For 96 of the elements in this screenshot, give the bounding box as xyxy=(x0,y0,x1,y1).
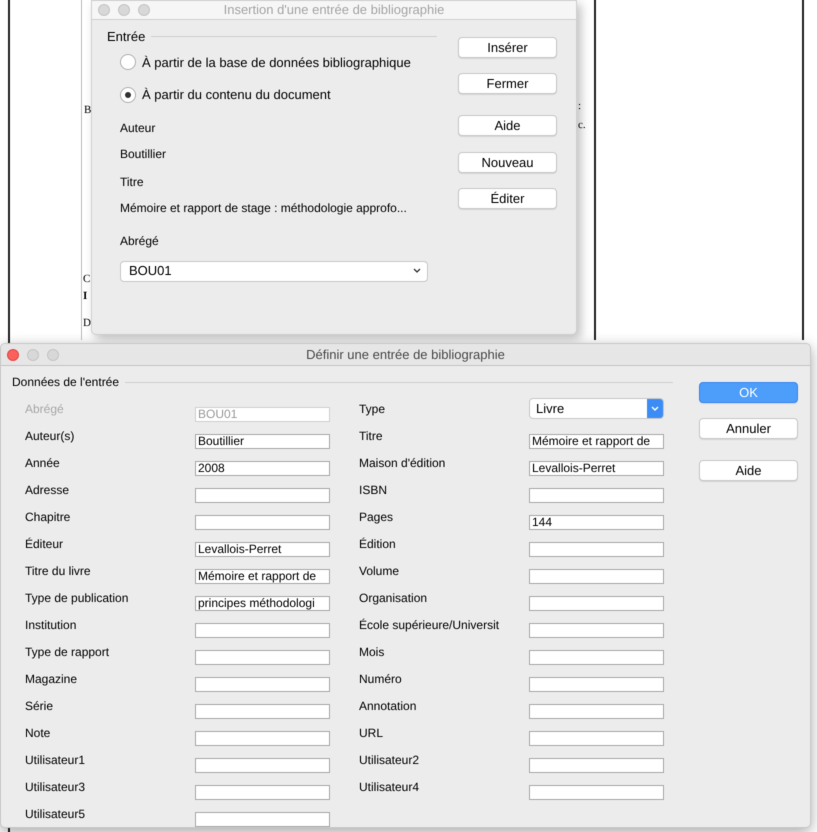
text-field[interactable]: Boutillier xyxy=(195,434,330,448)
text-field[interactable] xyxy=(195,514,330,530)
field-label: Maison d'édition xyxy=(359,455,446,472)
field-label: ISBN xyxy=(359,482,388,499)
document-text: B xyxy=(84,103,92,118)
field-label: Série xyxy=(25,698,54,715)
dialog-button[interactable]: Nouveau xyxy=(458,152,557,173)
text-field[interactable] xyxy=(529,596,664,610)
window-title: Définir une entrée de bibliographie xyxy=(305,346,506,364)
text-field[interactable] xyxy=(195,676,330,692)
field-label: Utilisateur2 xyxy=(359,752,420,769)
text-field[interactable] xyxy=(195,758,330,772)
text-field[interactable] xyxy=(529,784,664,800)
text-field[interactable] xyxy=(195,650,330,664)
text-field[interactable] xyxy=(195,488,330,502)
field-label: Édition xyxy=(359,536,397,553)
field-label: Organisation xyxy=(359,590,428,607)
field-label: Numéro xyxy=(359,671,403,688)
author-text: Boutillier xyxy=(120,146,168,162)
field-label: Type de rapport xyxy=(25,644,110,661)
text-field[interactable] xyxy=(529,676,664,692)
text-field[interactable] xyxy=(529,758,664,772)
field-label: Éditeur xyxy=(25,536,64,553)
document-text: C xyxy=(83,272,90,287)
text-field[interactable]: Mémoire et rapport de xyxy=(195,568,330,584)
text-field[interactable] xyxy=(195,812,330,826)
field-label: Abrégé xyxy=(25,401,65,418)
field-label: Pages xyxy=(359,509,394,526)
close-icon[interactable] xyxy=(7,348,19,360)
section-title: Entrée xyxy=(107,28,146,46)
field-label: Auteur xyxy=(120,120,156,136)
minimize-icon[interactable] xyxy=(118,4,130,16)
field-label: Utilisateur3 xyxy=(25,779,86,796)
text-field[interactable]: Levallois-Perret xyxy=(195,542,330,556)
chevron-icon xyxy=(413,268,421,274)
text-field[interactable] xyxy=(195,622,330,638)
document-text: D xyxy=(83,316,91,331)
text-field[interactable] xyxy=(529,488,664,502)
document-text: I xyxy=(83,289,88,304)
field-label: Titre du livre xyxy=(25,563,92,580)
field-label: Abrégé xyxy=(120,232,160,250)
field-label: Utilisateur5 xyxy=(25,806,86,823)
field-label: Volume xyxy=(359,563,400,580)
text-field[interactable]: Levallois-Perret xyxy=(529,460,664,476)
field-label: URL xyxy=(359,725,384,742)
text-field[interactable] xyxy=(529,650,664,664)
dialog-button[interactable]: Aide xyxy=(699,460,798,481)
text-field[interactable]: Mémoire et rapport de xyxy=(529,434,664,448)
dialog-button[interactable]: Aide xyxy=(458,115,557,136)
document-text: : xyxy=(578,99,582,114)
document-text: c. xyxy=(578,118,586,133)
title-text: Mémoire et rapport de stage : méthodologie approfo... xyxy=(120,200,408,216)
text-field[interactable] xyxy=(529,542,664,556)
dialog-button[interactable]: Insérer xyxy=(458,37,557,58)
chevron-icon xyxy=(647,399,663,418)
field-label: Utilisateur4 xyxy=(359,779,420,796)
radio-icon[interactable] xyxy=(120,54,136,70)
text-field[interactable] xyxy=(195,704,330,718)
text-field[interactable]: 144 xyxy=(529,514,664,530)
abbreviation-dropdown[interactable]: BOU01 xyxy=(120,260,428,282)
field-label: Adresse xyxy=(25,482,70,499)
field-label: École supérieure/Universit xyxy=(359,617,500,634)
text-field[interactable] xyxy=(195,730,330,746)
dialog-button[interactable]: Éditer xyxy=(458,188,557,209)
text-field[interactable] xyxy=(529,704,664,718)
close-icon[interactable] xyxy=(98,4,110,16)
field-label: Note xyxy=(25,725,52,742)
minimize-icon[interactable] xyxy=(27,348,39,360)
field-label: Utilisateur1 xyxy=(25,752,86,769)
dialog-button[interactable]: Fermer xyxy=(458,73,557,94)
field-label: Annotation xyxy=(359,698,418,715)
radio-option[interactable]: À partir du contenu du document xyxy=(120,85,437,104)
field-label: Mois xyxy=(359,644,386,661)
field-label: Année xyxy=(25,455,61,472)
field-label: Type de publication xyxy=(25,590,130,607)
zoom-icon[interactable] xyxy=(138,4,150,16)
field-label: Institution xyxy=(25,617,78,634)
text-field[interactable] xyxy=(529,568,664,584)
field-label: Titre xyxy=(359,428,384,445)
field-label: Titre xyxy=(120,174,145,190)
section-title: Données de l'entrée xyxy=(12,374,120,391)
dialog-button[interactable]: Annuler xyxy=(699,418,798,439)
text-field[interactable] xyxy=(529,730,664,746)
field-label: Type xyxy=(359,401,386,418)
field-label: Chapitre xyxy=(25,509,72,526)
text-field[interactable] xyxy=(529,622,664,638)
field-label: Magazine xyxy=(25,671,78,688)
zoom-icon[interactable] xyxy=(47,348,59,360)
text-field[interactable]: 2008 xyxy=(195,460,330,476)
type-dropdown[interactable]: Livre xyxy=(529,398,664,419)
field-label: Auteur(s) xyxy=(25,428,76,445)
radio-option[interactable]: À partir de la base de données bibliographique xyxy=(120,52,437,72)
text-field[interactable] xyxy=(195,784,330,800)
radio-icon[interactable] xyxy=(120,86,136,103)
window-title: Insertion d'une entrée de bibliographie xyxy=(222,1,446,20)
text-field[interactable]: principes méthodologi xyxy=(195,596,330,610)
